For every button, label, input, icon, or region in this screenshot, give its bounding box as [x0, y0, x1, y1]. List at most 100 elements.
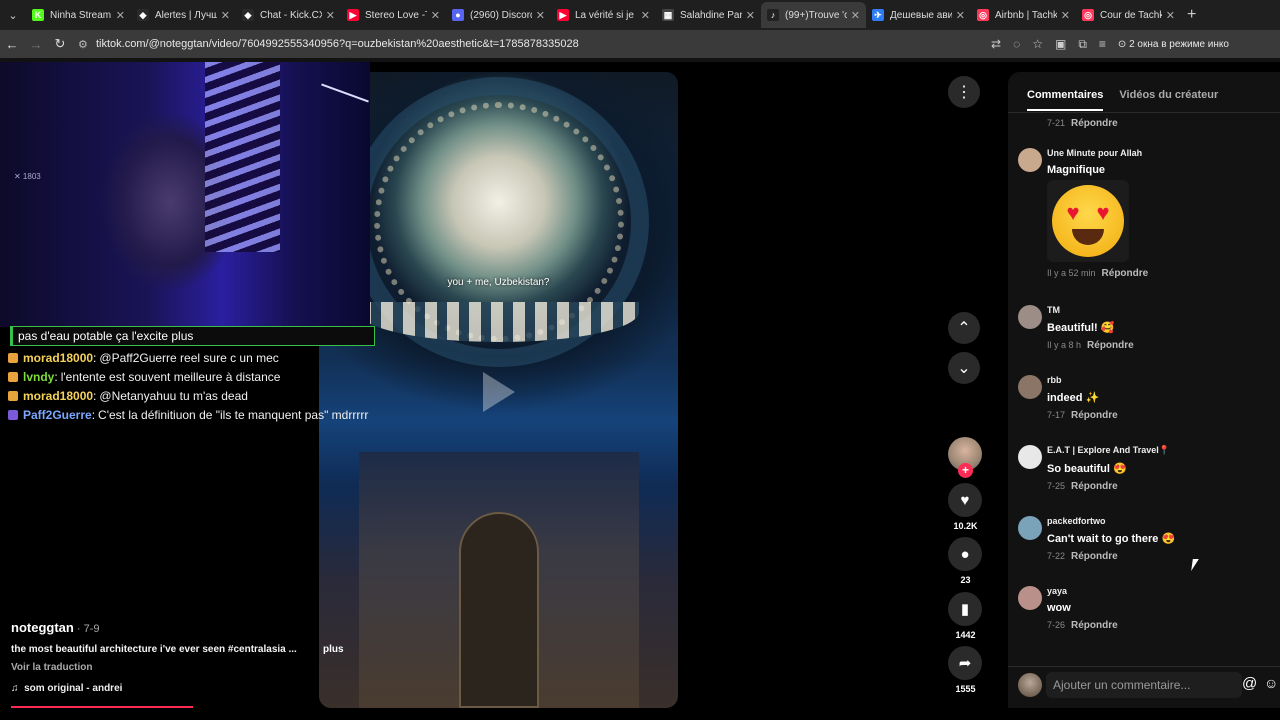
translate-link[interactable]: Voir la traduction — [11, 662, 93, 673]
reply-button[interactable]: Répondre — [1102, 268, 1149, 279]
follow-plus-icon[interactable]: + — [958, 463, 973, 478]
commenter-avatar[interactable] — [1018, 516, 1042, 540]
incognito-indicator[interactable]: ⊙ 2 окна в режиме инко — [1118, 39, 1229, 50]
browser-tab[interactable]: ◎ Cour de Tachk ✕ — [1076, 2, 1181, 28]
post-author[interactable]: noteggtan · 7-9 — [11, 620, 100, 635]
tab-favicon-icon: ◎ — [1082, 9, 1094, 21]
commenter-name[interactable]: E.A.T | Explore And Travel📍 — [1047, 445, 1267, 456]
chat-message: Paff2Guerre: C'est la définitiuon de "ils… — [8, 408, 380, 422]
browser-tab[interactable]: ♪ (99+)Trouve 'ce ✕ — [761, 2, 866, 28]
tab-close-icon[interactable]: ✕ — [1166, 9, 1175, 22]
commenter-name[interactable]: yaya — [1047, 586, 1267, 596]
save-count: 1442 — [955, 630, 976, 640]
tab-close-icon[interactable]: ✕ — [746, 9, 755, 22]
reply-button[interactable]: Répondre — [1071, 118, 1118, 129]
tab-close-icon[interactable]: ✕ — [221, 9, 230, 22]
comment-icon[interactable]: ● — [948, 537, 982, 571]
browser-tab[interactable]: ◆ Chat - Kick.CX ✕ — [236, 2, 341, 28]
reply-button[interactable]: Répondre — [1071, 410, 1118, 421]
tab-close-icon[interactable]: ✕ — [851, 9, 860, 22]
comment-text: Beautiful! 🥰 — [1047, 322, 1115, 334]
video-progress-bar[interactable] — [11, 706, 193, 708]
share-icon[interactable]: ➦ — [948, 646, 982, 680]
tab-comments[interactable]: Commentaires — [1027, 89, 1104, 111]
tab-favicon-icon: ◎ — [977, 9, 989, 21]
site-settings-icon[interactable]: ⚙ — [78, 38, 96, 51]
tab-close-icon[interactable]: ✕ — [956, 9, 965, 22]
reply-button[interactable]: Répondre — [1071, 551, 1118, 562]
browser-tab[interactable]: K Ninha Stream ✕ — [26, 2, 131, 28]
eye-off-icon[interactable]: ◌ — [1013, 37, 1020, 51]
comment-input[interactable]: Ajouter un commentaire... — [1046, 672, 1242, 698]
webcam-person: ✕ 1803 — [14, 172, 41, 181]
my-avatar — [1018, 673, 1042, 697]
tab-favicon-icon: ◆ — [137, 9, 149, 21]
reply-button[interactable]: Répondre — [1071, 620, 1118, 631]
chat-input[interactable]: pas d'eau potable ça l'excite plus — [10, 326, 375, 346]
chat-username[interactable]: morad18000 — [23, 351, 93, 365]
commenter-name[interactable]: packedfortwo — [1047, 516, 1267, 526]
commenter-name[interactable]: TM — [1047, 305, 1267, 315]
extension-icon[interactable]: ▣ — [1055, 37, 1066, 51]
extensions-puzzle-icon[interactable]: ⧉ — [1078, 37, 1087, 52]
browser-tab[interactable]: ◎ Airbnb | Tachk ✕ — [971, 2, 1076, 28]
comment-text: wow — [1047, 602, 1071, 614]
sound-link[interactable]: ♫ som original - andrei — [11, 683, 122, 694]
chat-username[interactable]: lvndy — [23, 370, 54, 384]
commenter-avatar[interactable] — [1018, 305, 1042, 329]
chat-message: morad18000: @Paff2Guerre reel sure c un m… — [8, 351, 380, 365]
tab-close-icon[interactable]: ✕ — [326, 9, 335, 22]
browser-tab[interactable]: ▦ Salahdine Paris ✕ — [656, 2, 761, 28]
reload-icon[interactable]: ↻ — [48, 36, 72, 52]
chat-text: @Paff2Guerre reel sure c un mec — [99, 351, 279, 365]
tab-title: Stereo Love -Ti — [365, 9, 427, 21]
play-icon[interactable] — [483, 372, 515, 412]
neon-stripes — [205, 62, 280, 252]
commenter-name[interactable]: Une Minute pour Allah — [1047, 148, 1267, 158]
tab-close-icon[interactable]: ✕ — [1061, 9, 1070, 22]
browser-tab[interactable]: ▶ Stereo Love -Ti ✕ — [341, 2, 446, 28]
back-icon[interactable]: ← — [0, 37, 24, 52]
heart-eyes-emoji-icon: ♥ ♥ — [1052, 185, 1124, 257]
author-name[interactable]: noteggtan — [11, 620, 74, 635]
tab-close-icon[interactable]: ✕ — [536, 9, 545, 22]
stream-chat-overlay: pas d'eau potable ça l'excite plus morad… — [0, 326, 380, 422]
commenter-avatar[interactable] — [1018, 445, 1042, 469]
browser-tab[interactable]: ✈ Дешевые авиа ✕ — [866, 2, 971, 28]
browser-tab[interactable]: ● (2960) Discord ✕ — [446, 2, 551, 28]
reply-button[interactable]: Répondre — [1071, 481, 1118, 492]
more-options-icon[interactable]: ⋮ — [948, 76, 980, 108]
media-icon[interactable]: ≡ — [1099, 37, 1106, 51]
bookmark-star-icon[interactable]: ☆ — [1032, 37, 1043, 51]
reply-button[interactable]: Répondre — [1087, 340, 1134, 351]
browser-tab[interactable]: ◆ Alertes | Лучш ✕ — [131, 2, 236, 28]
chat-username[interactable]: morad18000 — [23, 389, 93, 403]
address-bar[interactable]: ⚙ tiktok.com/@noteggtan/video/7604992555… — [78, 33, 983, 55]
comment-text: So beautiful 😍 — [1047, 463, 1127, 475]
commenter-avatar[interactable] — [1018, 148, 1042, 172]
chat-username[interactable]: Paff2Guerre — [23, 408, 92, 422]
translate-icon[interactable]: ⇄ — [991, 37, 1001, 51]
tab-creator-videos[interactable]: Vidéos du créateur — [1119, 89, 1218, 111]
like-heart-icon[interactable]: ♥ — [948, 483, 982, 517]
browser-tab[interactable]: ▶ La vérité si je n ✕ — [551, 2, 656, 28]
next-video-icon[interactable]: ⌄ — [948, 352, 980, 384]
forward-icon[interactable]: → — [24, 37, 48, 52]
commenter-avatar[interactable] — [1018, 375, 1042, 399]
post-description: the most beautiful architecture i've eve… — [11, 644, 297, 655]
previous-video-icon[interactable]: ⌃ — [948, 312, 980, 344]
tab-close-icon[interactable]: ✕ — [431, 9, 440, 22]
more-link[interactable]: plus — [323, 644, 344, 655]
tab-title: Airbnb | Tachk — [995, 9, 1057, 21]
mention-icon[interactable]: @ — [1242, 675, 1257, 692]
commenter-name[interactable]: rbb — [1047, 375, 1267, 385]
emoji-icon[interactable]: ☺ — [1264, 675, 1278, 691]
new-tab-button[interactable]: + — [1187, 6, 1196, 24]
tab-search-icon[interactable]: ⌄ — [0, 2, 26, 28]
bookmark-icon[interactable]: ▮ — [948, 592, 982, 626]
tab-close-icon[interactable]: ✕ — [116, 9, 125, 22]
comment-date: 7-21 — [1047, 118, 1066, 128]
commenter-avatar[interactable] — [1018, 586, 1042, 610]
chat-message: morad18000: @Netanyahuu tu m'as dead — [8, 389, 380, 403]
tab-close-icon[interactable]: ✕ — [641, 9, 650, 22]
